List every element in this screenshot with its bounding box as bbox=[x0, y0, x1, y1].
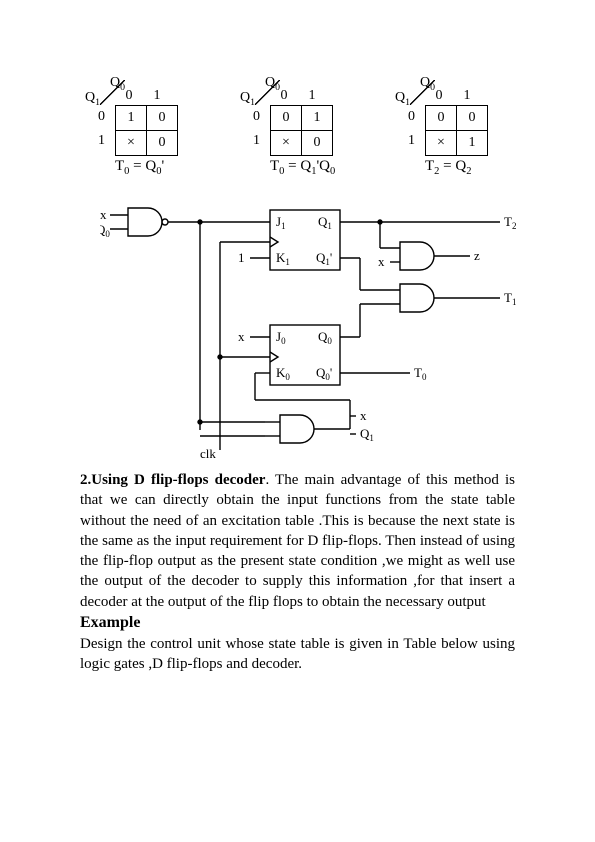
circuit-diagram: x Q0 J1 K1 Q1 Q1' 1 T2 bbox=[100, 200, 515, 460]
svg-text:T2: T2 bbox=[504, 214, 516, 231]
kmap-row: Q0 Q1 01 01 10 ×0 T0 = Q0' Q0 Q1 01 bbox=[80, 80, 515, 190]
para-body: . The main advantage of this method is t… bbox=[80, 472, 515, 610]
kmap-caption: T2 = Q2 bbox=[425, 158, 471, 177]
kmap-1: Q0 Q1 01 01 10 ×0 T0 = Q0' bbox=[80, 80, 205, 190]
svg-text:x: x bbox=[360, 408, 367, 423]
svg-text:K1: K1 bbox=[276, 250, 290, 267]
kmap-caption: T0 = Q1'Q0 bbox=[270, 158, 335, 177]
heading-example: Example bbox=[80, 614, 515, 632]
svg-text:T0: T0 bbox=[414, 365, 427, 382]
svg-text:Q0': Q0' bbox=[316, 365, 332, 382]
kmap-col-labels: 01 bbox=[425, 88, 481, 104]
kmap-grid: 10 ×0 bbox=[115, 105, 178, 156]
svg-text:x: x bbox=[378, 254, 385, 269]
kmap-3: Q0 Q1 01 01 00 ×1 T2 = Q2 bbox=[390, 80, 515, 190]
svg-text:z: z bbox=[474, 248, 480, 263]
svg-text:x: x bbox=[100, 207, 107, 222]
page: Q0 Q1 01 01 10 ×0 T0 = Q0' Q0 Q1 01 bbox=[0, 0, 595, 674]
svg-text:T1: T1 bbox=[504, 290, 516, 307]
svg-text:x: x bbox=[238, 329, 245, 344]
para-lead: 2.Using D flip-flops decoder bbox=[80, 472, 265, 488]
kmap-col-labels: 01 bbox=[270, 88, 326, 104]
svg-text:clk: clk bbox=[200, 446, 216, 460]
kmap-grid: 00 ×1 bbox=[425, 105, 488, 156]
svg-text:Q1': Q1' bbox=[316, 250, 332, 267]
svg-text:Q1: Q1 bbox=[360, 426, 374, 443]
svg-text:K0: K0 bbox=[276, 365, 290, 382]
circuit-svg: x Q0 J1 K1 Q1 Q1' 1 T2 bbox=[100, 200, 520, 460]
kmap-caption: T0 = Q0' bbox=[115, 158, 164, 177]
svg-text:Q0: Q0 bbox=[100, 222, 110, 239]
kmap-col-labels: 01 bbox=[115, 88, 171, 104]
kmap-row-labels: 01 bbox=[408, 105, 415, 153]
svg-text:Q0: Q0 bbox=[318, 329, 332, 346]
kmap-row-labels: 01 bbox=[253, 105, 260, 153]
svg-text:1: 1 bbox=[238, 250, 245, 265]
svg-text:Q1: Q1 bbox=[318, 214, 332, 231]
kmap-grid: 01 ×0 bbox=[270, 105, 333, 156]
svg-text:J0: J0 bbox=[276, 329, 286, 346]
kmap-row-labels: 01 bbox=[98, 105, 105, 153]
svg-text:J1: J1 bbox=[276, 214, 286, 231]
kmap-2: Q0 Q1 01 01 01 ×0 T0 = Q1'Q0 bbox=[235, 80, 360, 190]
paragraph-method: 2.Using D flip-flops decoder. The main a… bbox=[80, 470, 515, 612]
paragraph-example: Design the control unit whose state tabl… bbox=[80, 634, 515, 675]
